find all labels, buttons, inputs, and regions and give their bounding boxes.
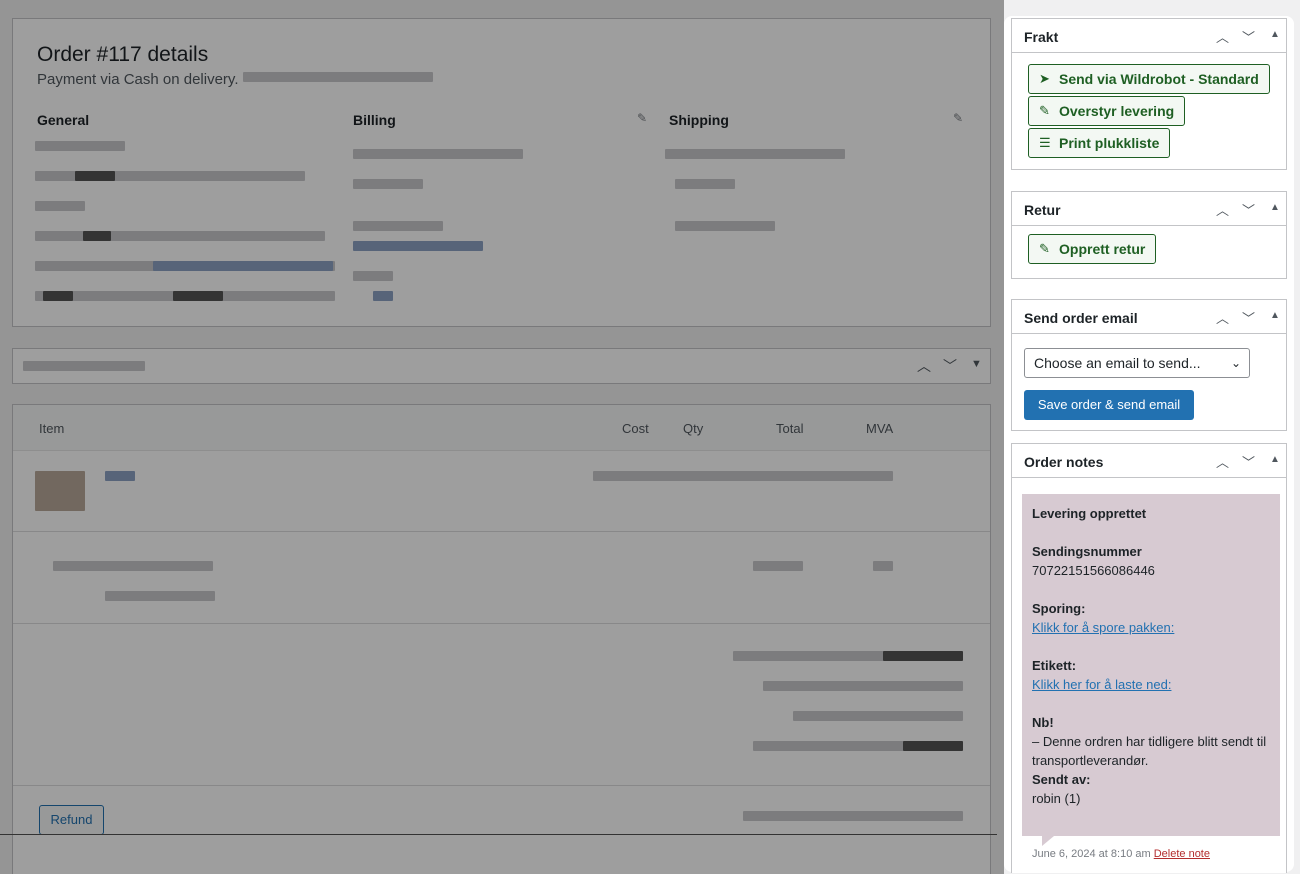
frakt-panel: Frakt ︿ ﹀ ▲ ➤ Send via Wildrobot - Standa… [1011, 18, 1287, 170]
move-down-icon[interactable]: ﹀ [1242, 200, 1255, 219]
send-email-title: Send order email [1024, 310, 1138, 326]
override-delivery-button[interactable]: ✎ Overstyr levering [1028, 96, 1186, 126]
print-picklist-button[interactable]: ☰ Print plukkliste [1028, 128, 1171, 158]
delete-note-link[interactable]: Delete note [1154, 848, 1210, 860]
shipping-heading: Shipping [669, 112, 729, 128]
email-select[interactable]: Choose an email to send... ⌄ [1024, 348, 1250, 378]
create-return-button[interactable]: ✎ Opprett retur [1028, 234, 1157, 264]
send-wildrobot-button[interactable]: ➤ Send via Wildrobot - Standard [1028, 64, 1270, 94]
collapse-icon[interactable]: ▲ [1270, 29, 1280, 40]
collapsed-panel: ︿ ﹀ ▼ [12, 348, 991, 384]
order-notes-title: Order notes [1024, 454, 1104, 470]
pencil-icon: ✎ [1039, 103, 1050, 118]
note-meta: June 6, 2024 at 8:10 am Delete note [1032, 848, 1210, 860]
note-date: June 6, 2024 at 8:10 am [1032, 848, 1151, 860]
edit-billing-icon[interactable]: ✎ [637, 111, 647, 125]
col-item: Item [39, 421, 65, 436]
label-download-link[interactable]: Klikk her for å laste ned: [1032, 677, 1171, 692]
save-send-email-button[interactable]: Save order & send email [1024, 390, 1194, 420]
move-up-icon[interactable]: ︿ [1216, 200, 1229, 219]
order-details-box: Order #117 details Payment via Cash on d… [12, 18, 991, 327]
order-title: Order #117 details [37, 43, 209, 66]
pencil-icon: ✎ [1039, 241, 1050, 256]
send-icon: ➤ [1039, 71, 1050, 86]
retur-panel: Retur ︿ ﹀ ▲ ✎ Opprett retur [1011, 191, 1287, 279]
order-notes-panel: Order notes ︿ ﹀ ▲ Levering opprettet Sen… [1011, 443, 1287, 873]
order-sidebar: Frakt ︿ ﹀ ▲ ➤ Send via Wildrobot - Standa… [1004, 16, 1294, 873]
move-up-icon[interactable]: ︿ [1216, 452, 1229, 471]
col-cost: Cost [622, 421, 649, 436]
move-up-icon[interactable]: ︿ [1216, 308, 1229, 327]
retur-title: Retur [1024, 202, 1061, 218]
move-down-icon[interactable]: ﹀ [1242, 308, 1255, 327]
col-qty: Qty [683, 421, 704, 436]
frakt-title: Frakt [1024, 29, 1059, 45]
tracking-link[interactable]: Klikk for å spore pakken: [1032, 620, 1174, 635]
move-down-icon[interactable]: ﹀ [1242, 452, 1255, 471]
chevron-down-icon: ⌄ [1230, 356, 1241, 370]
order-note: Levering opprettet Sendingsnummer 707221… [1022, 494, 1280, 836]
move-down-icon[interactable]: ﹀ [943, 356, 957, 376]
toggle-icon[interactable]: ▼ [971, 358, 982, 370]
items-header: Item Cost Qty Total MVA [13, 405, 990, 451]
col-mva: MVA [866, 421, 894, 436]
col-total: Total [776, 421, 804, 436]
payment-method: Payment via Cash on delivery. [37, 71, 239, 88]
collapse-icon[interactable]: ▲ [1270, 310, 1280, 321]
send-email-panel: Send order email ︿ ﹀ ▲ Choose an email t… [1011, 299, 1287, 431]
order-items-box: Item Cost Qty Total MVA Refund [12, 404, 991, 874]
billing-heading: Billing [353, 112, 396, 128]
product-thumbnail [35, 471, 85, 511]
tracking-number: 70722151566086446 [1032, 563, 1155, 578]
refund-button[interactable]: Refund [39, 805, 104, 835]
edit-shipping-icon[interactable]: ✎ [953, 111, 963, 125]
move-up-icon[interactable]: ︿ [1216, 27, 1229, 46]
move-up-icon[interactable]: ︿ [917, 356, 931, 376]
collapse-icon[interactable]: ▲ [1270, 454, 1280, 465]
collapse-icon[interactable]: ▲ [1270, 202, 1280, 213]
move-down-icon[interactable]: ﹀ [1242, 27, 1255, 46]
general-heading: General [37, 112, 90, 128]
list-icon: ☰ [1039, 135, 1051, 150]
